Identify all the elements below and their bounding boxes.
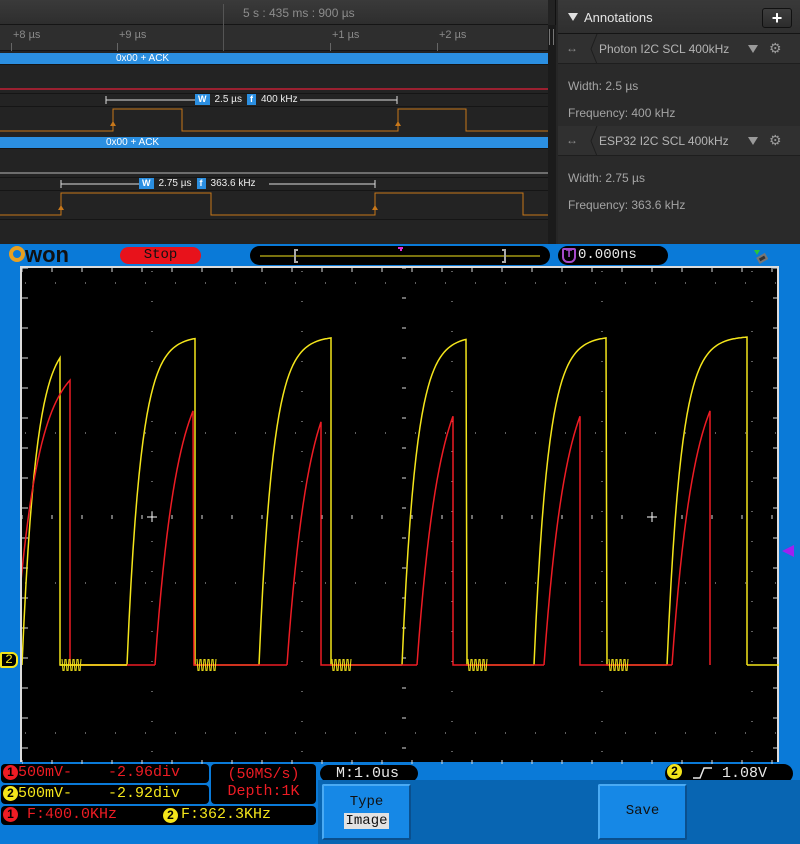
ch2-settings[interactable]: 2 500mV- -2.92div: [1, 785, 209, 804]
ruler-center-line: [223, 25, 224, 51]
owon-logo: won: [9, 244, 69, 264]
ch1-scale: 500mV-: [18, 764, 73, 781]
gear-icon[interactable]: ⚙: [769, 132, 782, 149]
lane-separator: [0, 64, 548, 65]
i2c-bus-lane-2[interactable]: 0x00 + ACK: [0, 137, 548, 148]
item-separator: [590, 126, 598, 156]
lane-separator: [0, 148, 548, 149]
dropdown-icon[interactable]: [748, 45, 758, 53]
annotation-width: Width: 2.5 µs: [568, 79, 639, 93]
scl-waveform-2: [0, 192, 548, 216]
ch2-badge: 2: [163, 808, 178, 823]
grid-dots: [25, 271, 776, 752]
run-stop-status[interactable]: Stop: [120, 247, 201, 264]
horizontal-position-bar[interactable]: [250, 246, 550, 265]
trigger-time-readout: T 0.000ns: [558, 246, 668, 265]
oscilloscope-screen: won Stop T 0.000ns 2 1 500mV- -2.96div 25…: [0, 244, 800, 844]
time-ruler[interactable]: +8 µs +9 µs +1 µs +2 µs: [0, 25, 548, 51]
time-header: 5 s : 435 ms : 900 µs: [0, 0, 548, 25]
waveform-grid: [22, 268, 779, 764]
annotation-details: Width: 2.75 µs Frequency: 363.6 kHz: [558, 156, 800, 218]
trigger-source-badge: 2: [667, 764, 682, 780]
vertical-scrollbar[interactable]: [548, 25, 556, 244]
time-divider: [223, 4, 224, 25]
ch1-badge: 1: [3, 806, 18, 822]
add-annotation-button[interactable]: +: [762, 8, 792, 28]
item-separator: [590, 34, 598, 64]
waveform-display[interactable]: [20, 266, 779, 764]
i2c-bus-lane-1[interactable]: 0x00 + ACK: [0, 53, 548, 64]
memory-position-indicator: [260, 247, 540, 263]
annotation-name[interactable]: ESP32 I2C SCL 400kHz: [599, 134, 729, 148]
scl-waveform-1: [0, 108, 548, 132]
save-button[interactable]: Save: [598, 784, 687, 840]
acquisition-info: (50MS/s) Depth:1K: [211, 764, 316, 804]
trigger-icon: T: [562, 248, 576, 263]
gear-icon[interactable]: ⚙: [769, 40, 782, 57]
channel-separator-line: [0, 88, 548, 90]
type-value: Image: [344, 813, 389, 829]
ch1-settings[interactable]: 1 500mV- -2.96div: [1, 764, 209, 783]
ch2-scale: 500mV-: [18, 785, 73, 802]
lane-separator: [0, 219, 548, 220]
bus-frame-label: 0x00 + ACK: [106, 137, 160, 148]
digital-trace-2[interactable]: [0, 188, 548, 220]
annotation-name[interactable]: Photon I2C SCL 400kHz: [599, 42, 729, 56]
memory-depth: Depth:1K: [227, 783, 300, 800]
annotation-details: Width: 2.5 µs Frequency: 400 kHz: [558, 64, 800, 126]
ch2-badge: 2: [3, 785, 18, 801]
bus-frame-label: 0x00 + ACK: [116, 53, 170, 64]
rising-edge-icon: [693, 767, 713, 779]
annotation-frequency: Frequency: 400 kHz: [568, 106, 676, 120]
frequency-counter: 1 F:400.0KHz 2 F:362.3KHz: [1, 806, 316, 825]
type-softkey[interactable]: Type Image: [322, 784, 411, 840]
annotation-width: Width: 2.75 µs: [568, 171, 645, 185]
ch2-offset: -2.92div: [108, 785, 181, 802]
annotation-item[interactable]: ↔ ESP32 I2C SCL 400kHz ⚙: [558, 126, 800, 156]
ch1-badge: 1: [3, 764, 18, 780]
svg-text:won: won: [24, 244, 69, 264]
channel-separator-line: [0, 172, 548, 174]
horizontal-arrows-icon: ↔: [566, 133, 578, 147]
digital-trace-1[interactable]: [0, 104, 548, 136]
annotations-panel: Annotations + ↔ Photon I2C SCL 400kHz ⚙ …: [558, 0, 800, 244]
horizontal-arrows-icon: ↔: [566, 41, 578, 55]
type-label: Type: [349, 794, 384, 810]
ch2-ground-marker[interactable]: 2: [0, 652, 18, 668]
usb-storage-icon: [754, 250, 768, 264]
ch1-offset: -2.96div: [108, 764, 181, 781]
trigger-time: 0.000ns: [578, 247, 637, 263]
ch1-frequency: F:400.0KHz: [27, 806, 118, 823]
scrollbar-thumb[interactable]: [549, 29, 554, 45]
dropdown-icon[interactable]: [748, 137, 758, 145]
sample-rate: (50MS/s): [227, 766, 300, 783]
annotations-header[interactable]: Annotations +: [558, 0, 800, 34]
ch2-frequency: F:362.3KHz: [181, 806, 272, 823]
ch2-waveform: [22, 336, 748, 666]
timestamp: 5 s : 435 ms : 900 µs: [243, 6, 355, 20]
waveform-view[interactable]: 5 s : 435 ms : 900 µs +8 µs +9 µs +1 µs …: [0, 0, 556, 244]
trigger-level-marker[interactable]: [782, 545, 794, 557]
collapse-triangle-icon[interactable]: [568, 13, 578, 21]
annotation-frequency: Frequency: 363.6 kHz: [568, 198, 686, 212]
annotations-title: Annotations: [584, 10, 653, 25]
annotation-item[interactable]: ↔ Photon I2C SCL 400kHz ⚙: [558, 34, 800, 64]
logic-analyzer-window: 5 s : 435 ms : 900 µs +8 µs +9 µs +1 µs …: [0, 0, 800, 244]
